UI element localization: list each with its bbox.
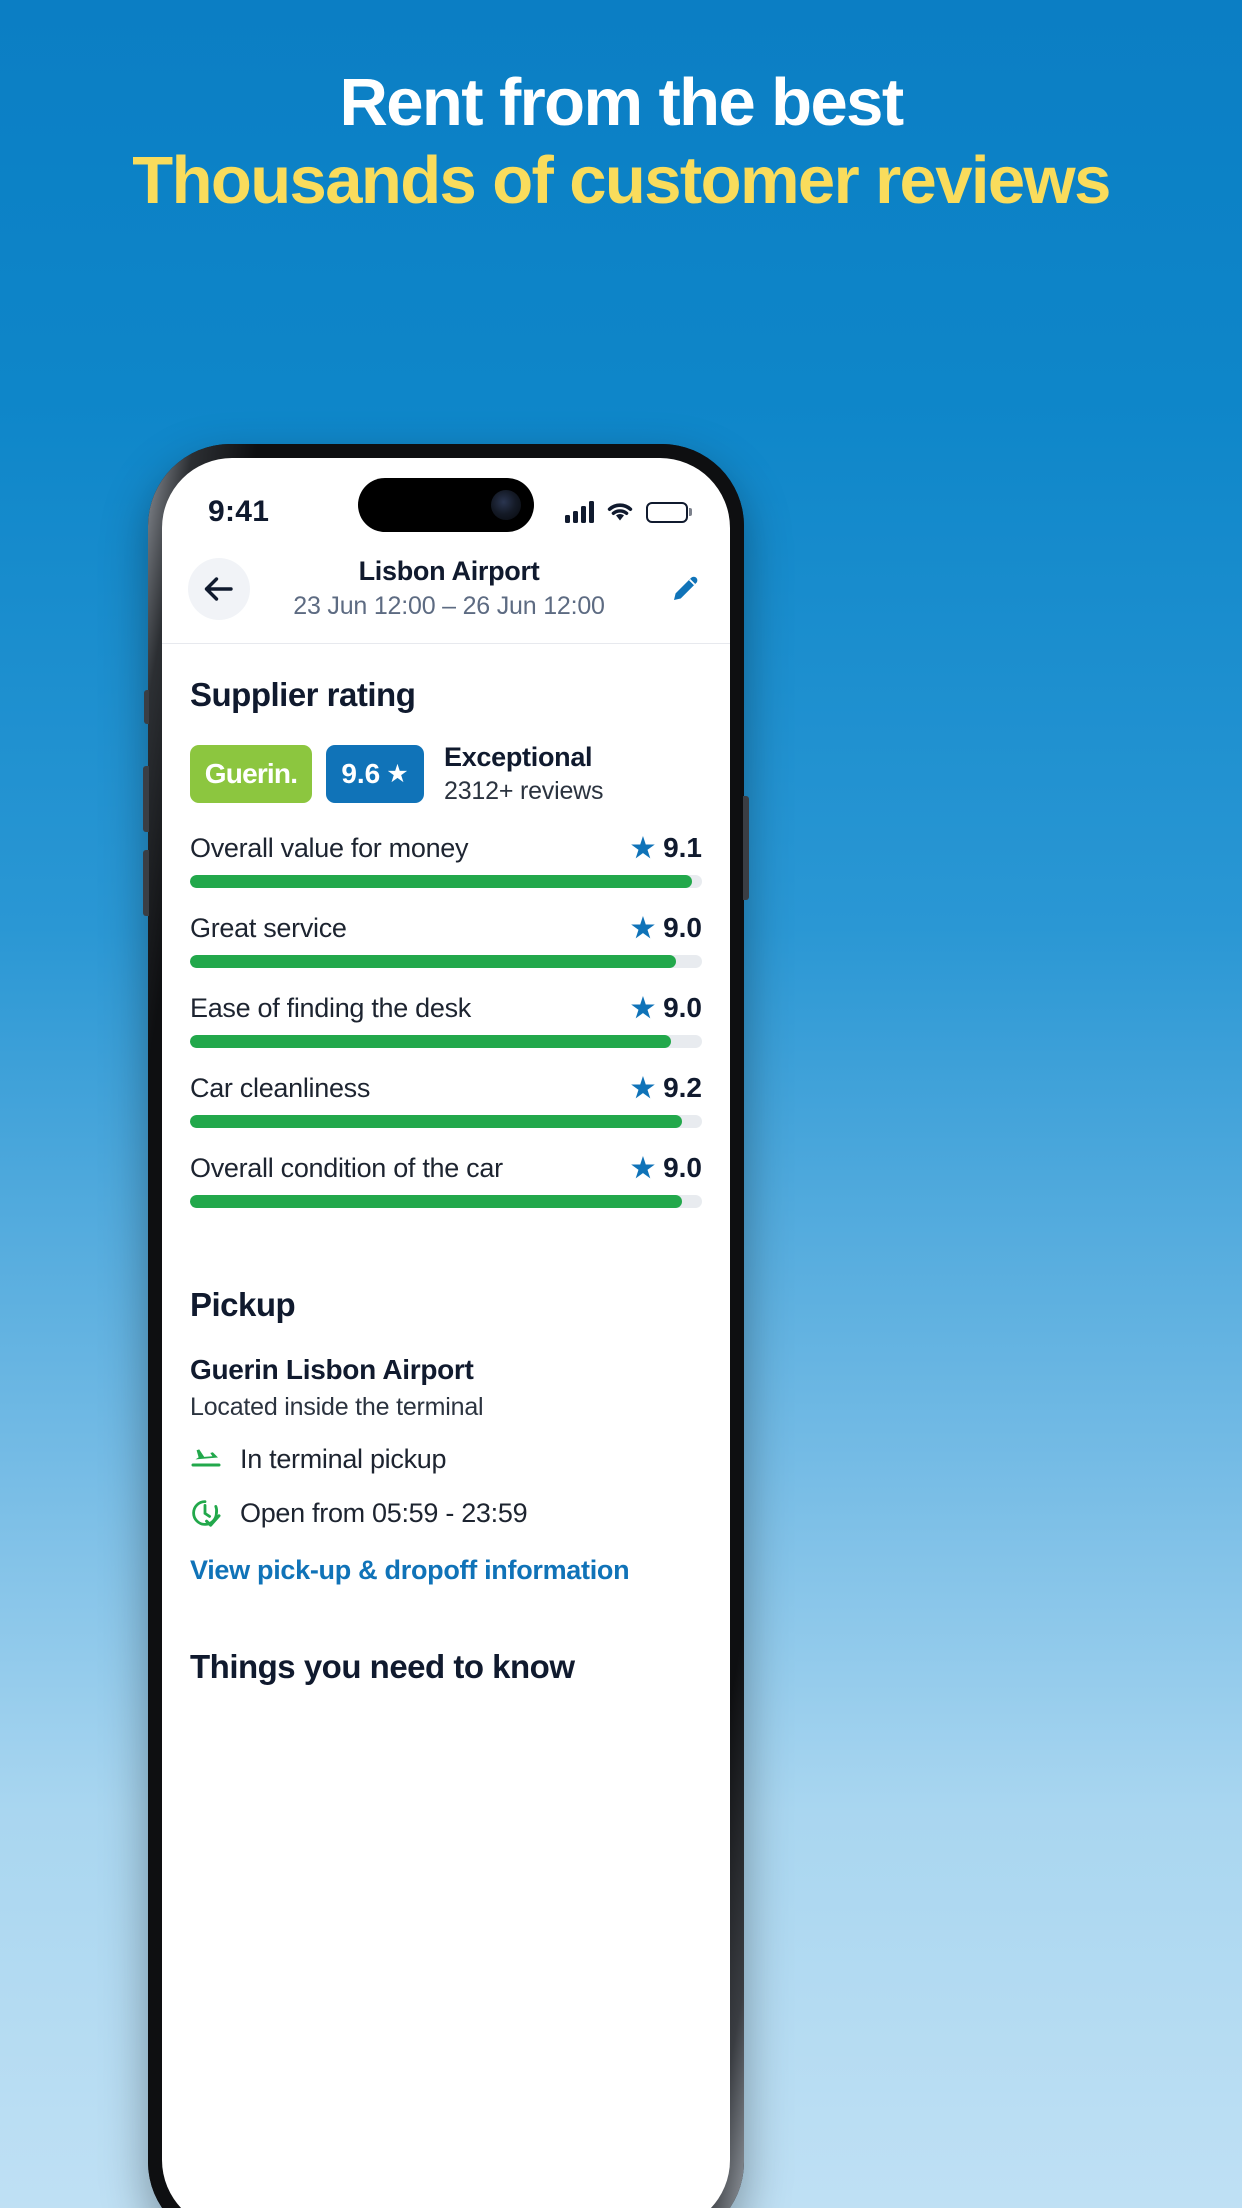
front-camera-icon [491, 490, 521, 520]
back-button[interactable] [188, 557, 250, 620]
clock-check-icon [190, 1497, 224, 1529]
rating-row-score-value: 9.0 [663, 912, 702, 943]
star-icon: ★ [630, 992, 656, 1023]
pickup-location-name: Guerin Lisbon Airport [190, 1354, 474, 1385]
rating-row-score: ★ 9.0 [631, 912, 702, 944]
rating-row-label: Overall value for money [190, 832, 469, 863]
pickup-dropoff-info-link[interactable]: View pick-up & dropoff information [190, 1555, 702, 1586]
supplier-logo: Guerin. [190, 745, 312, 803]
rating-progress-track [190, 1195, 702, 1208]
rating-row-score-value: 9.2 [663, 1072, 702, 1103]
wifi-icon [605, 501, 635, 523]
rating-row-label: Overall condition of the car [190, 1152, 503, 1183]
rating-row-label: Great service [190, 912, 347, 943]
pickup-section: Pickup Guerin Lisbon Airport Located ins… [162, 1280, 730, 1586]
rating-row-label: Ease of finding the desk [190, 992, 471, 1023]
rating-row-header: Ease of finding the desk ★ 9.0 [190, 992, 702, 1024]
pickup-feature-hours-text: Open from 05:59 - 23:59 [240, 1497, 528, 1528]
rating-review-count: 2312+ reviews [444, 777, 604, 805]
overall-score-badge: 9.6 ★ [326, 745, 424, 803]
rating-breakdown-row: Ease of finding the desk ★ 9.0 [190, 992, 702, 1048]
rating-row-score: ★ 9.2 [631, 1072, 702, 1104]
star-icon: ★ [630, 912, 656, 943]
headline-line-1: Rent from the best [339, 65, 904, 140]
pencil-icon [666, 570, 704, 608]
screen-content: Supplier rating Guerin. 9.6 ★ Exceptiona… [162, 644, 730, 1686]
arrow-left-icon [202, 575, 236, 603]
section-spacer-2 [162, 1586, 730, 1648]
pickup-feature-hours: Open from 05:59 - 23:59 [190, 1497, 702, 1529]
plane-landing-icon [190, 1445, 224, 1475]
overall-score-value: 9.6 [341, 758, 381, 789]
rating-progress-fill [190, 955, 677, 968]
volume-up-button[interactable] [143, 766, 149, 832]
status-bar-indicators [565, 501, 688, 523]
rating-row-score: ★ 9.1 [631, 832, 702, 864]
rating-row-score: ★ 9.0 [631, 1152, 702, 1184]
rating-breakdown-row: Great service ★ 9.0 [190, 912, 702, 968]
cellular-signal-icon [565, 501, 594, 523]
status-bar: 9:41 [162, 458, 730, 544]
rating-breakdown-row: Overall condition of the car ★ 9.0 [190, 1152, 702, 1208]
rating-row-label: Car cleanliness [190, 1072, 371, 1103]
rating-progress-track [190, 1035, 702, 1048]
battery-icon [646, 501, 688, 523]
rating-progress-fill [190, 1115, 682, 1128]
status-bar-time: 9:41 [208, 495, 270, 528]
supplier-rating-title: Supplier rating [190, 676, 416, 713]
rating-breakdown-row: Overall value for money ★ 9.1 [190, 832, 702, 888]
rating-verdict: Exceptional [444, 742, 593, 772]
rating-progress-track [190, 875, 702, 888]
star-icon: ★ [630, 832, 656, 863]
rating-progress-fill [190, 1195, 682, 1208]
supplier-summary-row: Guerin. 9.6 ★ Exceptional 2312+ reviews [190, 742, 702, 806]
rating-row-header: Car cleanliness ★ 9.2 [190, 1072, 702, 1104]
rating-row-header: Overall value for money ★ 9.1 [190, 832, 702, 864]
promo-screenshot: Rent from the best Thousands of customer… [0, 0, 1242, 2208]
page-subtitle: 23 Jun 12:00 – 26 Jun 12:00 [293, 592, 605, 620]
star-icon: ★ [630, 1152, 656, 1183]
phone-screen: 9:41 Lisbon Airport 23 Jun 12:00 – 26 Ju… [162, 458, 730, 2208]
rating-progress-fill [190, 1035, 672, 1048]
rating-breakdown-row: Car cleanliness ★ 9.2 [190, 1072, 702, 1128]
rating-row-score-value: 9.0 [663, 992, 702, 1023]
supplier-logo-text: Guerin. [204, 758, 298, 789]
header-titles: Lisbon Airport 23 Jun 12:00 – 26 Jun 12:… [250, 556, 648, 621]
rating-row-header: Overall condition of the car ★ 9.0 [190, 1152, 702, 1184]
pickup-location-desc: Located inside the terminal [190, 1393, 484, 1421]
phone-mockup: 9:41 Lisbon Airport 23 Jun 12:00 – 26 Ju… [143, 444, 749, 2208]
volume-down-button[interactable] [143, 850, 149, 916]
rating-progress-track [190, 1115, 702, 1128]
rating-progress-fill [190, 875, 692, 888]
pickup-title: Pickup [190, 1286, 296, 1323]
star-icon: ★ [630, 1072, 656, 1103]
star-icon: ★ [386, 759, 409, 788]
headline-line-2: Thousands of customer reviews [132, 143, 1111, 219]
rating-row-score: ★ 9.0 [631, 992, 702, 1024]
rating-row-header: Great service ★ 9.0 [190, 912, 702, 944]
pickup-feature-terminal: In terminal pickup [190, 1444, 702, 1475]
rating-progress-track [190, 955, 702, 968]
edit-booking-button[interactable] [648, 570, 704, 608]
page-title: Lisbon Airport [358, 556, 540, 586]
silent-switch[interactable] [144, 690, 149, 724]
dynamic-island [358, 478, 534, 532]
rating-row-score-value: 9.1 [663, 832, 702, 863]
rating-verdict-block: Exceptional 2312+ reviews [444, 742, 604, 806]
pickup-feature-terminal-text: In terminal pickup [240, 1444, 447, 1474]
rating-breakdown-list: Overall value for money ★ 9.1 Great service… [190, 832, 702, 1208]
promo-headline: Rent from the best Thousands of customer… [0, 64, 1242, 221]
navigation-header: Lisbon Airport 23 Jun 12:00 – 26 Jun 12:… [162, 544, 730, 644]
things-to-know-title: Things you need to know [190, 1648, 575, 1685]
power-button[interactable] [743, 796, 749, 900]
rating-row-score-value: 9.0 [663, 1152, 702, 1183]
supplier-rating-section: Supplier rating Guerin. 9.6 ★ Exceptiona… [162, 644, 730, 1208]
things-to-know-section: Things you need to know [162, 1648, 730, 1686]
